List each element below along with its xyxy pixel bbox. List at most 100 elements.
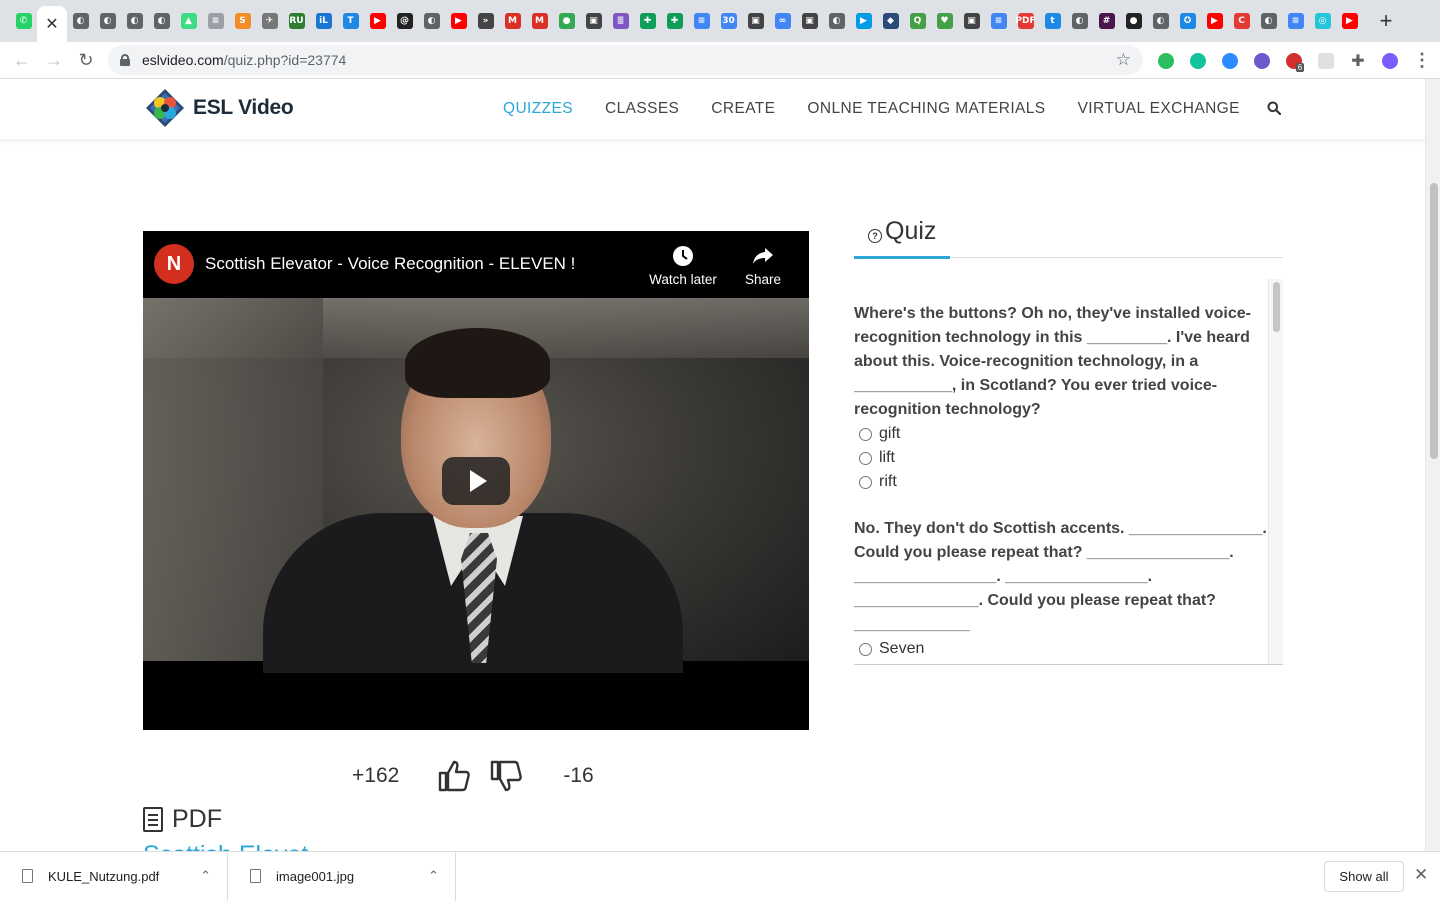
- radio-button[interactable]: [859, 475, 872, 489]
- chevron-up-icon[interactable]: ⌃: [428, 868, 439, 884]
- browser-tab[interactable]: ▣: [796, 0, 823, 42]
- browser-tab[interactable]: ≡: [985, 0, 1012, 42]
- browser-tab[interactable]: ▣: [958, 0, 985, 42]
- nav-item-onlne-teaching-materials[interactable]: ONLNE TEACHING MATERIALS: [807, 100, 1045, 118]
- new-tab-button[interactable]: +: [1371, 0, 1401, 42]
- download-item[interactable]: KULE_Nutzung.pdf ⌃: [0, 851, 228, 901]
- quiz-option[interactable]: gift: [859, 422, 1268, 446]
- browser-tab[interactable]: PDF: [1012, 0, 1039, 42]
- evernote-icon[interactable]: [1150, 45, 1182, 77]
- watch-later-button[interactable]: Watch later: [643, 243, 723, 287]
- bookmark-star-icon[interactable]: ☆: [1116, 50, 1131, 70]
- close-icon[interactable]: ✕: [1414, 865, 1428, 885]
- quiz-option[interactable]: rift: [859, 470, 1268, 494]
- browser-tab[interactable]: ◐: [418, 0, 445, 42]
- radio-button[interactable]: [859, 451, 872, 465]
- page-scrollbar[interactable]: [1425, 79, 1440, 851]
- grammarly-icon[interactable]: [1182, 45, 1214, 77]
- lock-icon[interactable]: [120, 54, 130, 66]
- browser-tab[interactable]: t: [1039, 0, 1066, 42]
- tab-quiz[interactable]: ? Quiz: [854, 217, 950, 259]
- adblock-icon[interactable]: 6: [1278, 45, 1310, 77]
- browser-tab[interactable]: ♥: [931, 0, 958, 42]
- browser-tab[interactable]: ≡: [1282, 0, 1309, 42]
- browser-tab[interactable]: 30: [715, 0, 742, 42]
- nav-item-create[interactable]: CREATE: [711, 100, 775, 118]
- browser-tab[interactable]: ✈: [256, 0, 283, 42]
- browser-tab[interactable]: ◆: [877, 0, 904, 42]
- quiz-option[interactable]: lift: [859, 446, 1268, 470]
- quiz-option[interactable]: Eleven: [859, 661, 1268, 664]
- browser-tab[interactable]: ▣: [580, 0, 607, 42]
- browser-tab[interactable]: ◐: [148, 0, 175, 42]
- radio-button[interactable]: [859, 427, 872, 441]
- browser-tab[interactable]: T: [337, 0, 364, 42]
- browser-tab[interactable]: M: [499, 0, 526, 42]
- browser-tab[interactable]: ▶: [445, 0, 472, 42]
- check-icon[interactable]: [1246, 45, 1278, 77]
- site-logo[interactable]: ESL Video: [145, 88, 294, 128]
- browser-tab[interactable]: ✕: [37, 6, 67, 42]
- browser-tab[interactable]: ●: [553, 0, 580, 42]
- browser-tab[interactable]: ◐: [823, 0, 850, 42]
- browser-tab[interactable]: ◎: [1309, 0, 1336, 42]
- quiz-scrollbar[interactable]: [1268, 279, 1283, 664]
- quiz-option[interactable]: Seven: [859, 637, 1268, 661]
- download-item[interactable]: image001.jpg ⌃: [228, 851, 456, 901]
- browser-tab[interactable]: ▶: [850, 0, 877, 42]
- browser-tab[interactable]: ∞: [769, 0, 796, 42]
- quiz-panel[interactable]: Where's the buttons? Oh no, they've inst…: [854, 279, 1283, 665]
- browser-tab[interactable]: ✚: [661, 0, 688, 42]
- browser-tab[interactable]: M: [526, 0, 553, 42]
- browser-tab[interactable]: ▶: [364, 0, 391, 42]
- browser-tab[interactable]: ◐: [1147, 0, 1174, 42]
- browser-tab[interactable]: ▣: [742, 0, 769, 42]
- quiz-scrollbar-thumb[interactable]: [1273, 282, 1280, 332]
- browser-tab[interactable]: S: [229, 0, 256, 42]
- puzzle-icon[interactable]: ✚: [1342, 45, 1374, 77]
- thumbs-up-icon[interactable]: [437, 759, 471, 793]
- search-icon[interactable]: [1267, 101, 1281, 115]
- nav-item-virtual-exchange[interactable]: VIRTUAL EXCHANGE: [1078, 100, 1240, 118]
- show-all-button[interactable]: Show all: [1324, 861, 1404, 892]
- browser-tab[interactable]: ●: [1120, 0, 1147, 42]
- address-bar[interactable]: eslvideo.com/quiz.php?id=23774 ☆: [108, 45, 1143, 75]
- page-scrollbar-thumb[interactable]: [1430, 183, 1438, 459]
- nav-item-quizzes[interactable]: QUIZZES: [503, 100, 573, 118]
- pdf-link[interactable]: Scottish Elevat: [143, 841, 308, 851]
- browser-tab[interactable]: #: [1093, 0, 1120, 42]
- browser-tab[interactable]: ≣: [607, 0, 634, 42]
- radio-button[interactable]: [859, 642, 872, 656]
- profile-avatar[interactable]: [1374, 45, 1406, 77]
- more-icon[interactable]: ⋮: [1406, 45, 1438, 77]
- video-title[interactable]: Scottish Elevator - Voice Recognition - …: [205, 254, 575, 274]
- forward-icon[interactable]: →: [38, 44, 70, 76]
- share-button[interactable]: Share: [723, 243, 803, 287]
- browser-tab[interactable]: ≡: [202, 0, 229, 42]
- browser-tab[interactable]: ✚: [634, 0, 661, 42]
- close-icon[interactable]: ✕: [45, 14, 58, 34]
- video-player[interactable]: N Scottish Elevator - Voice Recognition …: [143, 231, 809, 730]
- zoom-icon[interactable]: [1214, 45, 1246, 77]
- browser-tab[interactable]: ✪: [1174, 0, 1201, 42]
- browser-tab[interactable]: ◐: [1066, 0, 1093, 42]
- browser-tab[interactable]: ◐: [1255, 0, 1282, 42]
- browser-tab[interactable]: ≡: [688, 0, 715, 42]
- chevron-up-icon[interactable]: ⌃: [200, 868, 211, 884]
- browser-tab[interactable]: RU: [283, 0, 310, 42]
- browser-tab[interactable]: ◐: [94, 0, 121, 42]
- browser-tab[interactable]: ▶: [1201, 0, 1228, 42]
- play-button[interactable]: [442, 457, 510, 505]
- thumbs-down-icon[interactable]: [489, 759, 523, 793]
- browser-tab[interactable]: ◐: [121, 0, 148, 42]
- channel-avatar[interactable]: N: [154, 244, 194, 284]
- browser-tab[interactable]: ▶: [1336, 0, 1363, 42]
- browser-tab[interactable]: ✆: [10, 0, 37, 42]
- browser-tab[interactable]: Q: [904, 0, 931, 42]
- browser-tab[interactable]: ◐: [67, 0, 94, 42]
- placeholder-icon[interactable]: [1310, 45, 1342, 77]
- browser-tab[interactable]: iL: [310, 0, 337, 42]
- nav-item-classes[interactable]: CLASSES: [605, 100, 679, 118]
- reload-icon[interactable]: ↻: [70, 44, 102, 76]
- browser-tab[interactable]: ▲: [175, 0, 202, 42]
